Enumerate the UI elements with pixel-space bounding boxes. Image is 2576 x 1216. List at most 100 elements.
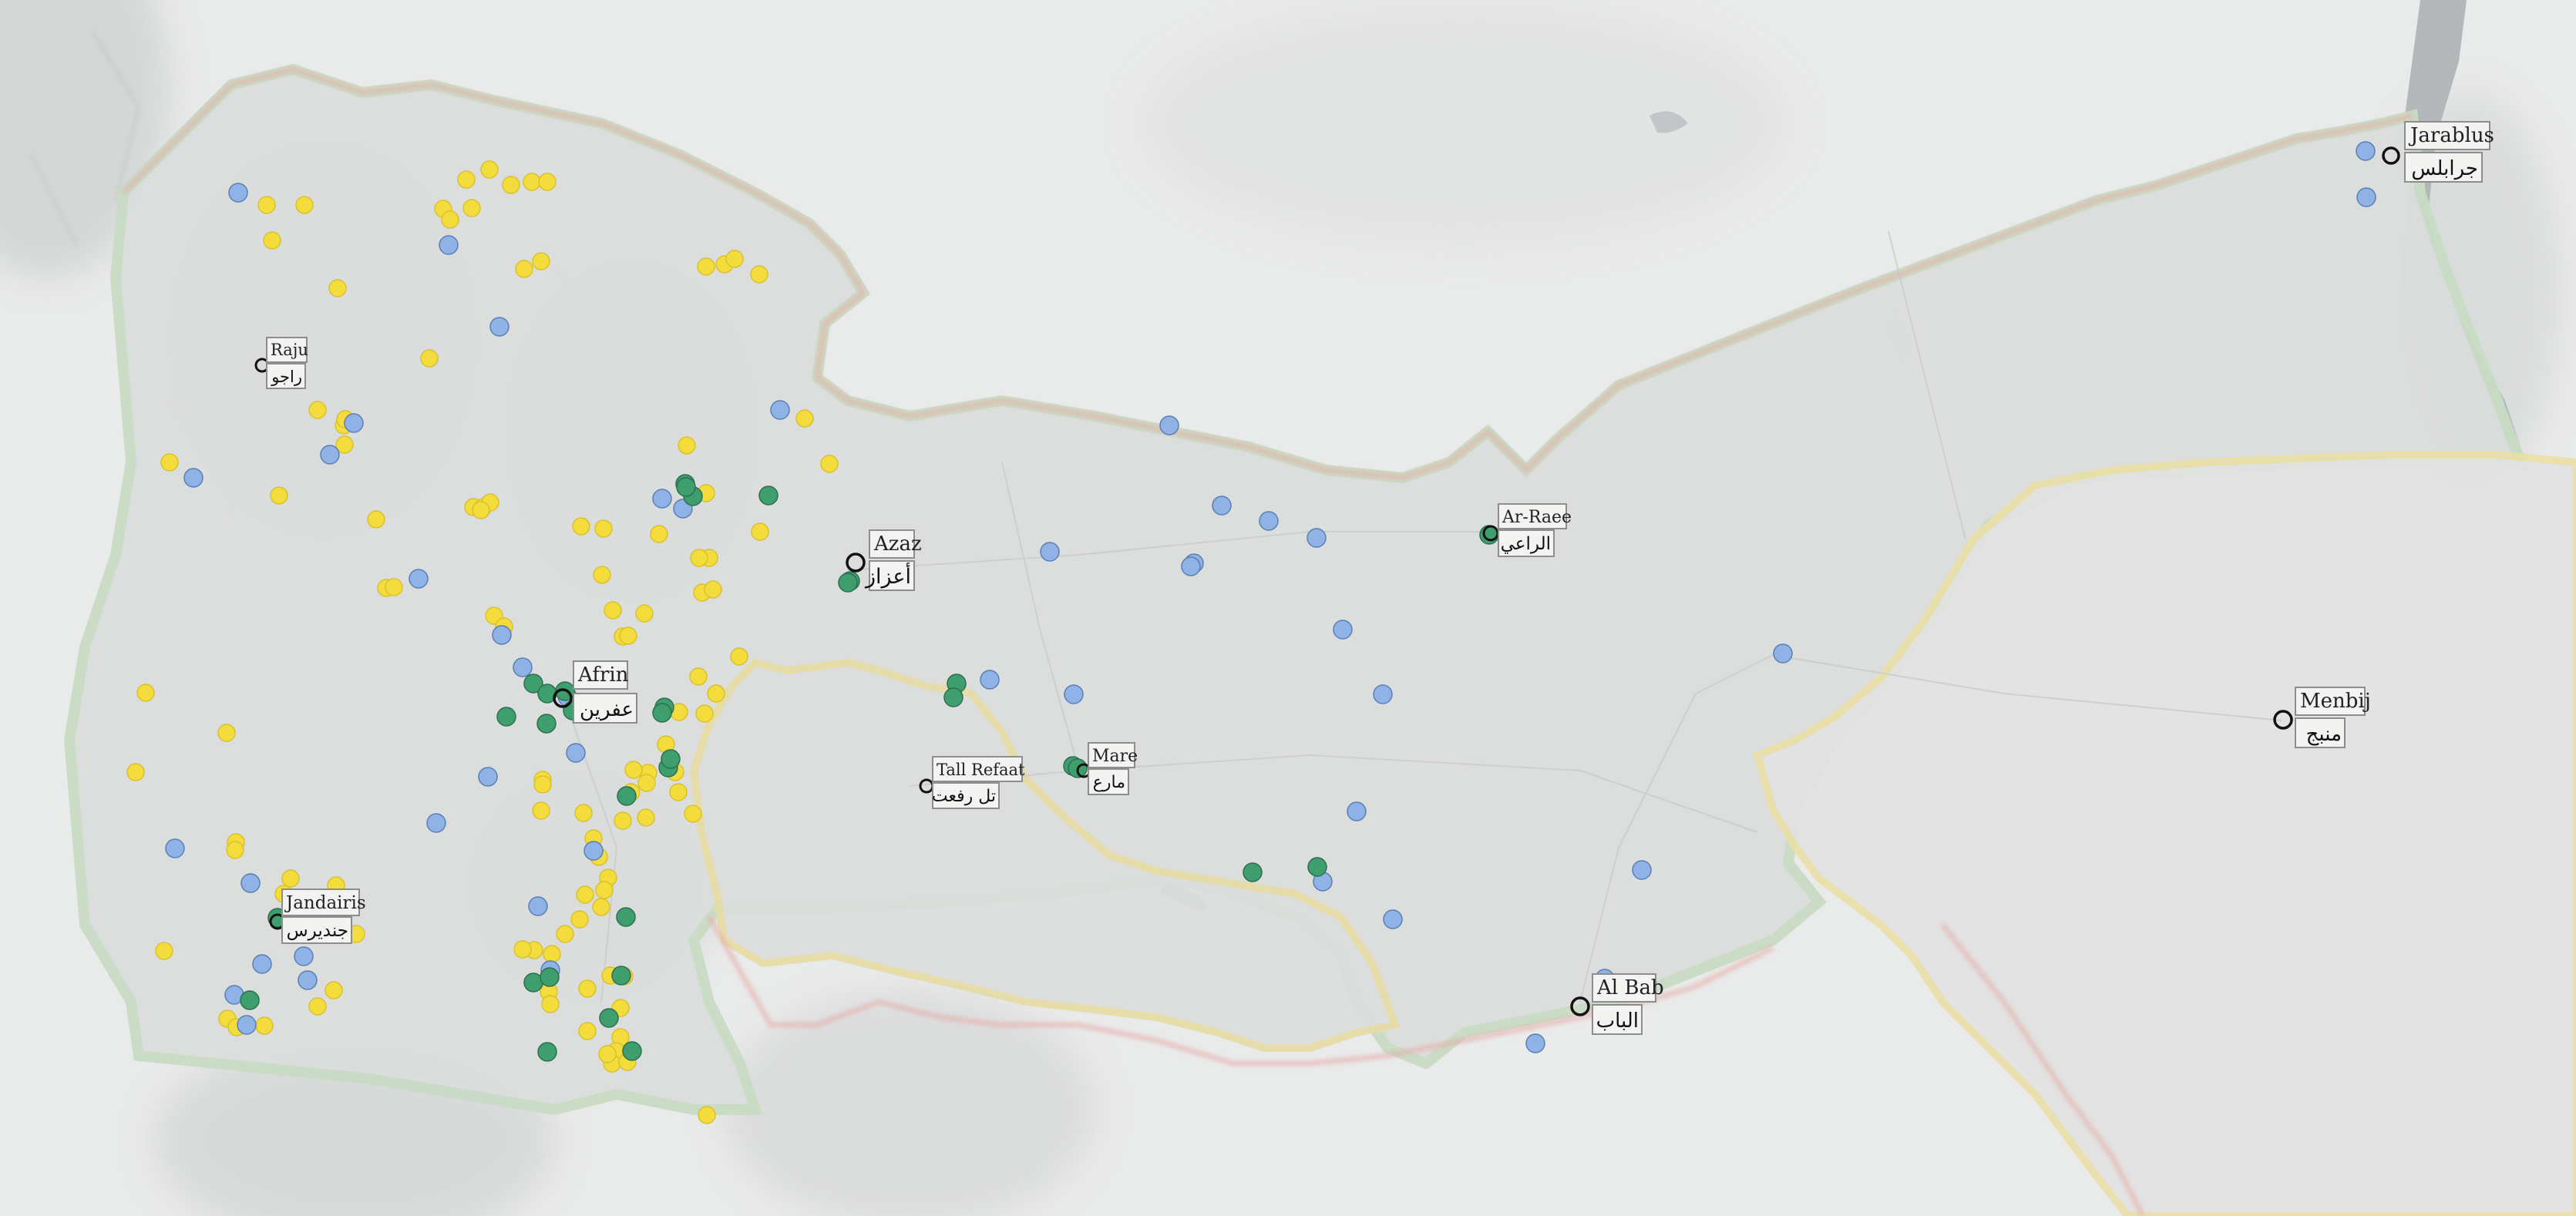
point-green (1307, 857, 1327, 877)
point-blue (492, 625, 512, 645)
point-green (943, 687, 963, 707)
point-blue (2356, 187, 2376, 207)
point-green (599, 1008, 619, 1028)
point-green (240, 990, 260, 1010)
point-yellow (480, 160, 499, 179)
point-yellow (160, 453, 179, 472)
point-green (611, 966, 631, 986)
point-blue (583, 841, 604, 861)
point-yellow (281, 869, 300, 888)
point-blue (770, 400, 790, 420)
point-yellow (730, 647, 748, 666)
point-yellow (678, 436, 696, 455)
point-blue (1333, 620, 1353, 640)
point-blue (1373, 684, 1393, 704)
point-yellow (637, 808, 655, 827)
point-green (540, 967, 560, 987)
point-yellow (532, 801, 550, 820)
point-yellow (136, 684, 155, 702)
point-yellow (263, 231, 281, 250)
point-blue (439, 235, 459, 255)
point-yellow (538, 173, 557, 191)
point-yellow (270, 486, 288, 505)
town-name-ar: أعزاز (864, 562, 911, 589)
point-blue (566, 743, 586, 763)
point-yellow (472, 501, 490, 519)
point-yellow (604, 601, 622, 620)
point-yellow (698, 1106, 716, 1124)
point-yellow (725, 250, 744, 268)
point-yellow (325, 981, 343, 999)
point-yellow (704, 580, 722, 599)
point-green (496, 707, 516, 727)
point-yellow (420, 349, 439, 368)
point-yellow (598, 1045, 617, 1063)
point-blue (344, 413, 364, 433)
point-yellow (308, 997, 327, 1016)
point-yellow (543, 945, 561, 963)
point-blue (1259, 511, 1279, 531)
point-blue (489, 317, 509, 337)
point-blue (1040, 542, 1060, 562)
point-blue (513, 657, 533, 677)
town-jandairis[interactable]: Jandairis جنديرس (269, 888, 366, 944)
town-name-en: Azaz (873, 532, 922, 556)
point-blue (2356, 141, 2376, 161)
point-green (537, 1042, 557, 1062)
point-yellow (257, 196, 276, 214)
town-name-en: Afrin (577, 663, 629, 687)
point-yellow (820, 455, 839, 473)
point-blue (1064, 684, 1084, 704)
point-blue (228, 183, 248, 203)
town-name-en: Jarablus (2408, 124, 2494, 147)
point-blue (528, 896, 548, 916)
point-yellow (578, 1022, 597, 1040)
point-yellow (328, 279, 347, 297)
point-yellow (570, 910, 589, 929)
point-yellow (689, 667, 708, 686)
point-green (536, 714, 557, 734)
point-yellow (795, 409, 814, 428)
point-yellow (751, 522, 769, 541)
point-green (1243, 862, 1263, 882)
point-yellow (308, 401, 327, 419)
point-yellow (155, 942, 173, 960)
point-yellow (669, 783, 688, 801)
point-yellow (614, 811, 632, 830)
town-name-ar: جنديرس (287, 921, 348, 941)
point-yellow (578, 979, 597, 998)
point-yellow (523, 173, 541, 191)
point-green (838, 573, 858, 593)
town-name-en: Mare (1092, 747, 1138, 766)
point-blue (1773, 643, 1793, 663)
point-yellow (441, 210, 459, 229)
point-yellow (126, 763, 145, 781)
town-name-ar: الباب (1596, 1009, 1639, 1033)
point-blue (426, 813, 446, 833)
town-name-en: Menbij (2300, 690, 2371, 713)
point-yellow (624, 761, 643, 779)
point-blue (237, 1015, 257, 1035)
town-name-en: Ar-Raee (1502, 508, 1572, 527)
point-green (652, 703, 672, 723)
point-blue (1181, 556, 1201, 576)
point-blue (165, 838, 185, 858)
point-blue (183, 468, 203, 488)
point-yellow (697, 257, 715, 276)
point-green (617, 786, 637, 806)
town-name-ar: الراعي (1501, 534, 1551, 554)
point-yellow (217, 724, 236, 742)
town-name-ar: منبج (2306, 723, 2342, 746)
point-green (661, 749, 681, 769)
point-blue (1159, 415, 1179, 435)
point-yellow (619, 626, 637, 645)
point-blue (1306, 528, 1327, 548)
point-yellow (574, 804, 593, 822)
point-blue (1212, 495, 1232, 516)
point-yellow (595, 881, 614, 899)
point-yellow (556, 925, 574, 943)
point-yellow (637, 774, 656, 792)
map-canvas[interactable]: Jarablus جرابلس Azaz أعزاز Ar-Raee الراع… (0, 0, 2576, 1216)
point-yellow (572, 517, 590, 536)
point-yellow (502, 176, 520, 194)
